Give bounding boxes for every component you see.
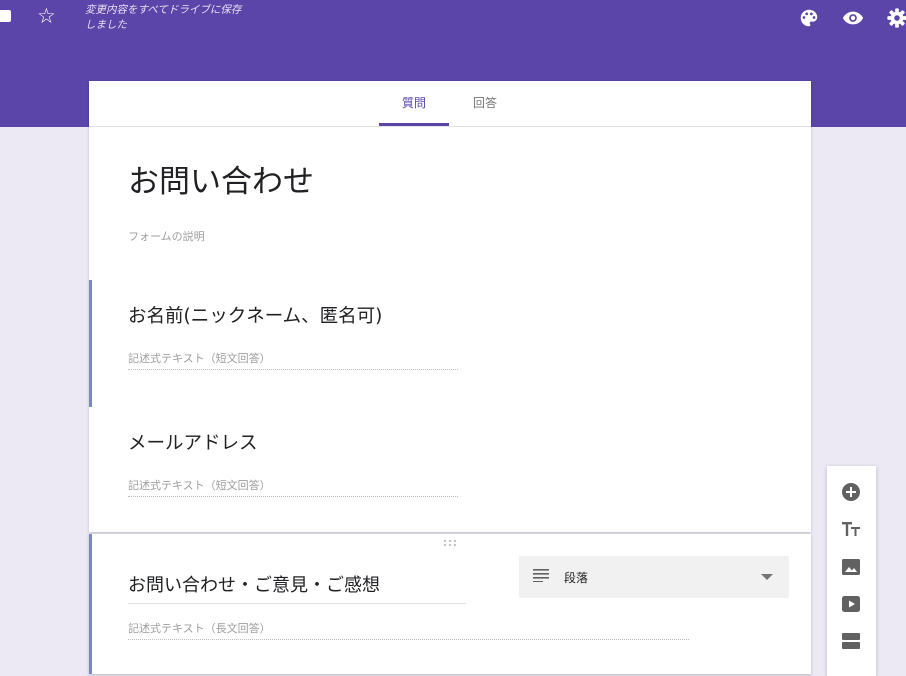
active-question-indicator	[89, 534, 92, 674]
long-answer-placeholder: 記述式テキスト（長文回答）	[128, 620, 689, 640]
add-video-icon[interactable]	[839, 592, 863, 616]
question-type-label: 段落	[564, 571, 589, 585]
folder-icon[interactable]	[0, 10, 11, 22]
star-icon[interactable]: ☆	[37, 3, 56, 29]
question-type-dropdown[interactable]: 段落	[519, 556, 789, 598]
add-image-icon[interactable]	[839, 555, 863, 579]
save-status: 変更内容をすべてドライブに保存しました	[85, 4, 242, 31]
tab-responses[interactable]: 回答	[460, 81, 510, 125]
tab-bar: 質問 回答	[89, 81, 811, 127]
preview-eye-icon[interactable]	[842, 7, 864, 29]
active-question-indicator	[89, 280, 92, 407]
short-answer-placeholder: 記述式テキスト（短文回答）	[128, 350, 458, 370]
question-title-email[interactable]: メールアドレス	[128, 429, 258, 455]
form-title[interactable]: お問い合わせ	[128, 156, 314, 201]
form-card: 質問 回答 お問い合わせ フォームの説明 お名前(ニックネーム、匿名可) 記述式…	[89, 81, 811, 532]
paragraph-lines-icon	[533, 569, 549, 582]
add-question-icon[interactable]	[839, 480, 863, 504]
question-title-name[interactable]: お名前(ニックネーム、匿名可)	[128, 302, 382, 328]
add-title-icon[interactable]	[839, 517, 863, 541]
chevron-down-icon	[761, 574, 773, 580]
palette-icon[interactable]	[798, 7, 820, 29]
question-title-inquiry[interactable]: お問い合わせ・ご意見・ご感想	[128, 571, 466, 604]
add-section-icon[interactable]	[839, 629, 863, 653]
active-question-card[interactable]: お問い合わせ・ご意見・ご感想 段落 記述式テキスト（長文回答）	[89, 534, 811, 674]
settings-gear-icon[interactable]	[886, 7, 906, 29]
tab-questions[interactable]: 質問	[379, 81, 449, 126]
side-toolbar	[827, 466, 876, 676]
drag-handle-icon[interactable]	[443, 539, 457, 547]
form-description[interactable]: フォームの説明	[128, 228, 205, 244]
short-answer-placeholder: 記述式テキスト（短文回答）	[128, 477, 458, 497]
